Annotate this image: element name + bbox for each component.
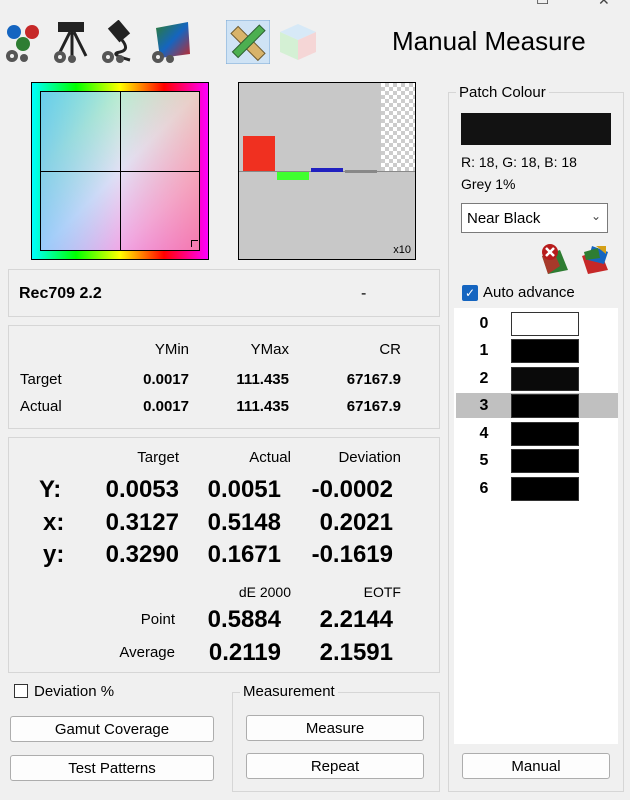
repeat-button[interactable]: Repeat <box>246 753 424 779</box>
patch-swatch[interactable] <box>511 367 579 391</box>
test-patterns-button[interactable]: Test Patterns <box>10 755 214 781</box>
profile-name: Rec709 2.2 <box>19 285 102 302</box>
Y-deviation: -0.0002 <box>311 476 393 503</box>
point-de: 0.5884 <box>207 606 281 633</box>
Y-label: Y: <box>39 476 62 503</box>
settings-usb-icon[interactable] <box>100 19 144 64</box>
Y-target: 0.0053 <box>105 476 179 503</box>
patch-set-value: Near Black <box>467 210 541 227</box>
cube-icon[interactable] <box>276 20 320 64</box>
patch-swatch[interactable] <box>511 477 579 501</box>
patch-set-dropdown[interactable]: Near Black ⌄ <box>461 203 608 233</box>
patch-list[interactable]: 0 1 2 3 4 5 6 <box>454 308 618 744</box>
patch-swatch[interactable] <box>511 312 579 336</box>
rgb-balance-preview: x10 <box>238 82 416 260</box>
target-cr: 67167.9 <box>346 371 401 388</box>
deviation-percent-label: Deviation % <box>34 683 115 700</box>
settings-gamut-icon[interactable] <box>150 20 194 64</box>
patch-rgb-text: R: 18, G: 18, B: 18 <box>461 154 577 170</box>
edit-patch-icon[interactable] <box>578 242 612 276</box>
x-deviation: 0.2021 <box>319 509 393 536</box>
patch-number: 6 <box>479 480 489 497</box>
actual-ymin: 0.0017 <box>143 398 189 415</box>
header-eotf: EOTF <box>363 584 401 600</box>
y-actual: 0.1671 <box>207 541 281 568</box>
y-deviation: -0.1619 <box>311 541 393 568</box>
header-target: Target <box>137 449 179 466</box>
patch-number: 5 <box>479 452 489 469</box>
close-icon[interactable]: ✕ <box>598 0 610 9</box>
target-ymin: 0.0017 <box>143 371 189 388</box>
patch-number: 1 <box>479 342 489 359</box>
measurement-group-label: Measurement <box>240 683 338 700</box>
patch-swatch[interactable] <box>511 422 579 446</box>
profile-row: Rec709 2.2 - <box>8 269 440 317</box>
row-label-actual: Actual <box>20 398 62 415</box>
actual-ymax: 111.435 <box>236 398 289 415</box>
pencil-ruler-icon[interactable] <box>225 19 271 65</box>
patch-swatch[interactable] <box>511 339 579 363</box>
grey-bar <box>345 170 377 173</box>
gamut-coverage-button[interactable]: Gamut Coverage <box>10 716 214 742</box>
y-target: 0.3290 <box>105 541 179 568</box>
average-eotf: 2.1591 <box>319 639 393 666</box>
header-ymax: YMax <box>250 341 289 358</box>
gamut-plot <box>31 82 209 260</box>
zoom-label: x10 <box>393 244 411 256</box>
average-de: 0.2119 <box>208 639 281 666</box>
contrast-table: YMin YMax CR Target 0.0017 111.435 67167… <box>8 325 440 429</box>
x-target: 0.3127 <box>105 509 179 536</box>
red-bar <box>243 136 275 171</box>
settings-palette-icon[interactable] <box>4 20 48 64</box>
x-label: x: <box>43 509 65 536</box>
green-bar <box>277 172 309 180</box>
patch-number: 2 <box>479 370 489 387</box>
patch-number: 3 <box>479 397 489 414</box>
chevron-down-icon: ⌄ <box>590 209 601 223</box>
manual-button[interactable]: Manual <box>462 753 610 779</box>
y-label: y: <box>43 541 65 568</box>
patch-number: 0 <box>479 315 489 332</box>
patch-grey-text: Grey 1% <box>461 176 516 192</box>
restore-icon[interactable]: ▭ <box>536 0 549 9</box>
header-de2000: dE 2000 <box>238 584 291 600</box>
patch-swatch[interactable] <box>511 394 579 418</box>
patch-colour-label: Patch Colour <box>456 84 549 101</box>
settings-tripod-icon[interactable] <box>52 20 96 64</box>
row-label-average: Average <box>119 644 175 661</box>
actual-cr: 67167.9 <box>346 398 401 415</box>
header-cr: CR <box>379 341 401 358</box>
measurement-values: Target Actual Deviation Y: 0.0053 0.0051… <box>8 437 440 673</box>
patch-number: 4 <box>479 425 489 442</box>
crosshair-horizontal <box>41 171 199 172</box>
blue-bar <box>311 168 343 172</box>
page-title: Manual Measure <box>392 26 586 56</box>
measure-button[interactable]: Measure <box>246 715 424 741</box>
remove-patch-icon[interactable] <box>538 242 572 276</box>
header-deviation: Deviation <box>338 449 401 466</box>
row-label-target: Target <box>20 371 62 388</box>
target-marker <box>191 240 198 247</box>
patch-swatch[interactable] <box>511 449 579 473</box>
x-actual: 0.5148 <box>207 509 281 536</box>
auto-advance-checkbox[interactable]: ✓ <box>462 285 478 301</box>
row-label-point: Point <box>140 611 175 628</box>
Y-actual: 0.0051 <box>207 476 281 503</box>
header-actual: Actual <box>249 449 291 466</box>
profile-value: - <box>361 285 367 302</box>
point-eotf: 2.2144 <box>319 606 393 633</box>
target-ymax: 111.435 <box>236 371 289 388</box>
auto-advance-label: Auto advance <box>483 284 575 301</box>
checker-pattern <box>381 83 415 171</box>
deviation-percent-checkbox[interactable] <box>14 684 28 698</box>
patch-colour-swatch <box>461 113 611 145</box>
header-ymin: YMin <box>154 341 189 358</box>
